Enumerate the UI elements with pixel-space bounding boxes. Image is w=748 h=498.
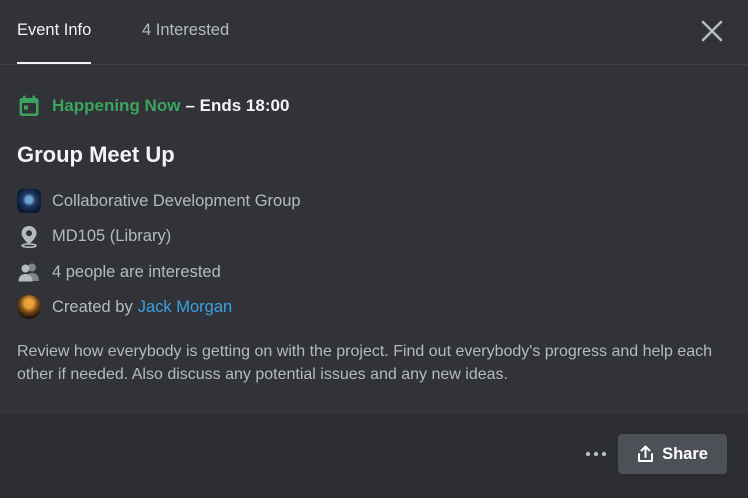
server-name: Collaborative Development Group [52,191,301,210]
server-row: Collaborative Development Group [17,188,301,214]
share-icon [638,445,654,462]
creator-row: Created by Jack Morgan [17,294,232,320]
modal-header: Event Info 4 Interested [0,0,748,65]
location-text: MD105 (Library) [52,226,172,245]
created-by-label: Created by [52,297,133,316]
event-title: Group Meet Up [17,142,175,167]
close-icon[interactable] [699,18,725,44]
server-icon [17,189,41,213]
share-label: Share [662,444,708,463]
calendar-icon [19,95,39,116]
status-ends-time: – Ends 18:00 [185,96,290,115]
avatar[interactable] [17,295,41,319]
status-happening-now: Happening Now [52,96,181,115]
interested-row: 4 people are interested [17,259,221,285]
location-row: MD105 (Library) [17,223,171,249]
creator-link[interactable]: Jack Morgan [138,298,232,317]
location-pin-icon [17,224,41,248]
tab-event-info[interactable]: Event Info [17,20,92,64]
interested-count: 4 people are interested [52,262,221,281]
event-status: Happening Now – Ends 18:00 [17,94,289,118]
share-button[interactable]: Share [618,434,727,474]
tab-interested[interactable]: 4 Interested [142,20,229,40]
event-description: Review how everybody is getting on with … [17,343,712,383]
people-icon [17,260,41,284]
more-icon[interactable] [584,440,608,468]
